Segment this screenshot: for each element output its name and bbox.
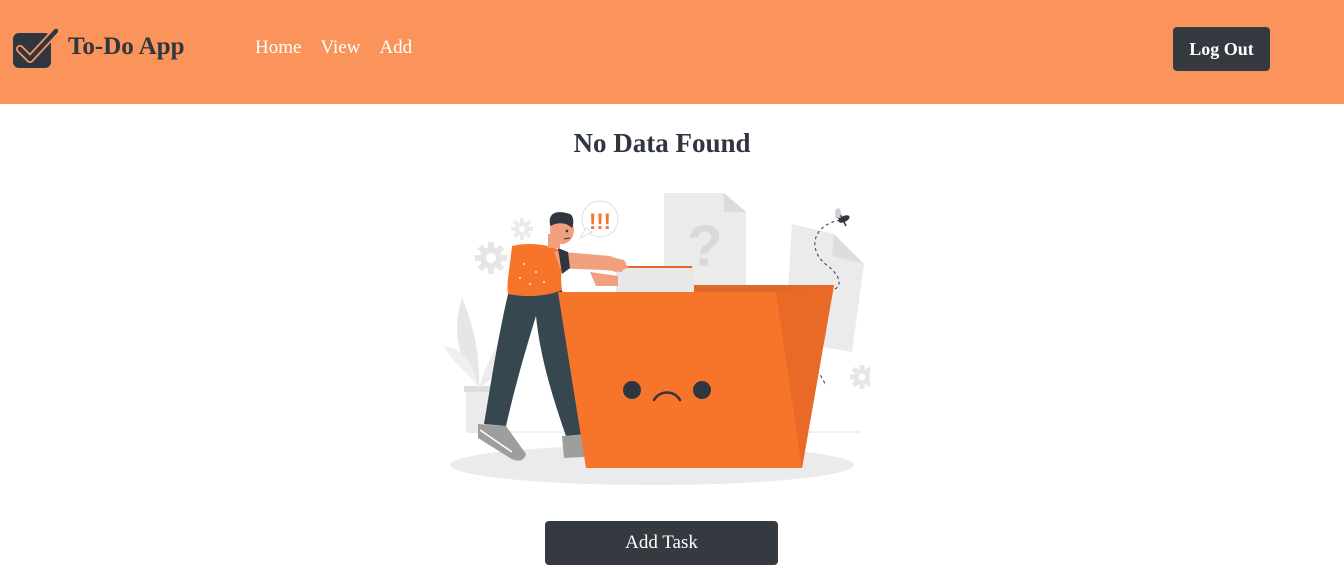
app-title: To-Do App <box>68 32 185 60</box>
navbar: To-Do App Home View Add Log Out <box>0 0 1344 104</box>
gear-icon <box>850 365 870 389</box>
gear-icon <box>475 242 507 274</box>
nav-link-home[interactable]: Home <box>255 37 301 59</box>
gear-icon <box>511 218 533 240</box>
speech-bubble-text: !!! <box>589 209 611 234</box>
logout-button[interactable]: Log Out <box>1173 27 1270 71</box>
empty-folder-illustration: ? !!! <box>444 193 870 485</box>
checkbox-check-icon <box>13 28 58 68</box>
nav-link-view[interactable]: View <box>320 37 360 59</box>
speech-bubble: !!! <box>578 200 619 240</box>
nav-links: Home View Add <box>255 37 431 59</box>
brand[interactable]: To-Do App <box>12 28 185 70</box>
nav-link-add[interactable]: Add <box>379 37 412 59</box>
add-task-button[interactable]: Add Task <box>545 521 778 565</box>
folder-papers <box>616 268 694 292</box>
empty-state-heading: No Data Found <box>573 128 751 158</box>
folder-front <box>558 292 802 468</box>
